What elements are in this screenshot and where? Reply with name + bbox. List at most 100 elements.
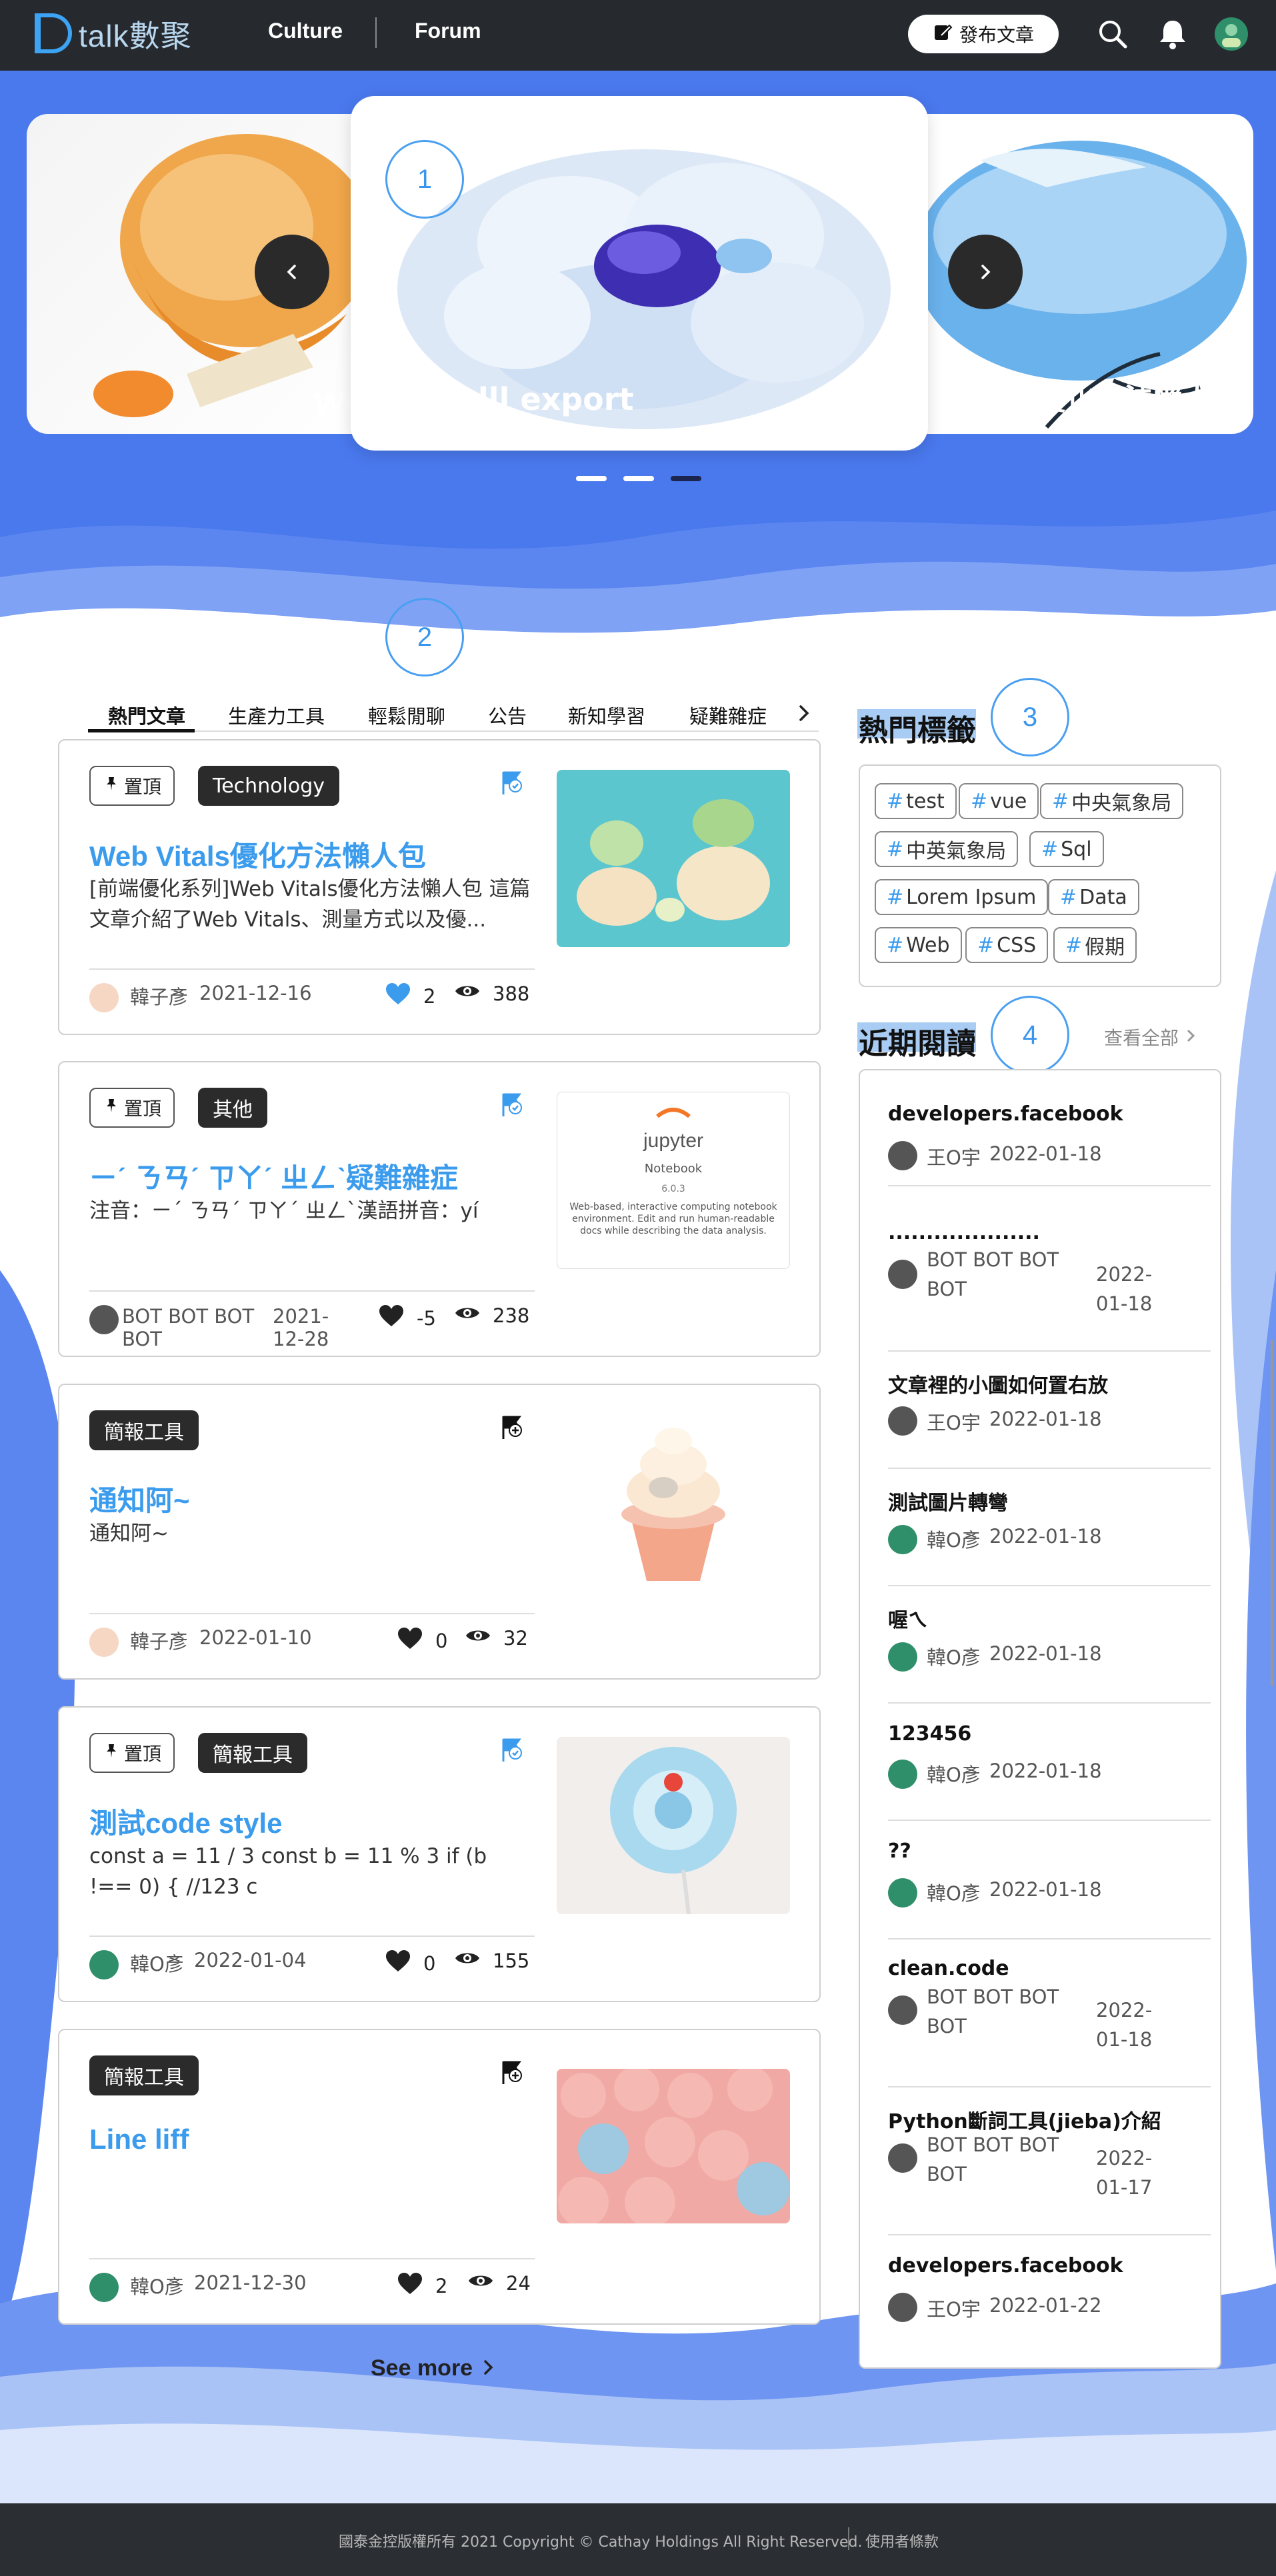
hot-tag[interactable]: # Data — [1048, 879, 1139, 915]
article-title[interactable]: Line liff — [89, 2123, 189, 2155]
likes-stat[interactable]: -5 — [378, 1304, 436, 1332]
hot-tag[interactable]: # Sql — [1029, 831, 1104, 867]
view-all-link[interactable]: 查看全部 — [1104, 1024, 1196, 1050]
recent-item-title[interactable]: developers.facebook — [888, 1102, 1123, 1126]
author-name[interactable]: 韓O彥 — [130, 2271, 184, 2299]
category-tag[interactable]: 簡報工具 — [89, 2055, 199, 2095]
recent-item-date: 2022-01-18 — [1096, 1999, 1153, 2051]
carousel-card-left[interactable]: Web Vitals優化方法懶人包 — [27, 114, 400, 434]
article-title[interactable]: 通知阿~ — [89, 1478, 190, 1519]
heart-icon — [385, 1949, 411, 1977]
divider — [89, 1290, 535, 1292]
likes-stat[interactable]: 2 — [397, 2271, 447, 2300]
user-avatar[interactable] — [1213, 16, 1249, 52]
likes-stat[interactable]: 0 — [385, 1949, 435, 1977]
likes-stat[interactable]: 0 — [397, 1626, 447, 1655]
article-thumbnail[interactable] — [557, 1737, 790, 1914]
category-tag[interactable]: 簡報工具 — [89, 1410, 199, 1450]
recent-item-date: 2022-01-18 — [989, 1142, 1102, 1165]
logo-text[interactable]: talk數聚 — [79, 12, 192, 56]
author-name[interactable]: BOT BOT BOT BOT — [122, 1305, 262, 1350]
recent-item-title[interactable]: 喔ㄟ — [888, 1604, 928, 1633]
article-thumbnail[interactable] — [557, 1414, 790, 1592]
tab-productivity[interactable]: 生產力工具 — [228, 701, 325, 729]
hot-tag[interactable]: # test — [875, 783, 957, 819]
author-avatar[interactable] — [89, 1305, 119, 1334]
bookmark-added-icon[interactable] — [499, 1737, 525, 1764]
recent-item-title[interactable]: 文章裡的小圖如何置右放 — [888, 1369, 1108, 1398]
carousel-card-active[interactable]: Vaski dll export 1 — [351, 96, 928, 451]
hot-tags-heading: 熱門標籤 — [859, 714, 976, 748]
tab-hot-articles[interactable]: 熱門文章 — [108, 701, 185, 729]
nav-culture[interactable]: Culture — [268, 19, 343, 43]
carousel-dot-2[interactable] — [623, 476, 654, 481]
author-avatar[interactable] — [89, 1950, 119, 1979]
recent-item-title[interactable]: clean.code — [888, 1957, 1009, 1980]
divider — [888, 2234, 1211, 2235]
bookmark-added-icon[interactable] — [499, 770, 525, 796]
tab-announcements[interactable]: 公告 — [488, 701, 527, 729]
tab-casual-chat[interactable]: 輕鬆閒聊 — [368, 701, 445, 729]
carousel-dot-3[interactable] — [671, 476, 701, 481]
bookmark-added-icon[interactable] — [499, 1092, 525, 1118]
views-stat: 24 — [467, 2271, 531, 2295]
article-card[interactable]: 簡報工具 通知阿~ 通知阿~ 韓子彥 2022-01-10 0 32 — [58, 1384, 821, 1680]
article-title[interactable]: ㄧˊ ㄋㄢˊ ㄗㄚˊ ㄓㄥˋ疑難雜症 — [89, 1156, 458, 1196]
bookmark-add-icon[interactable] — [499, 2059, 525, 2086]
nav-forum[interactable]: Forum — [415, 19, 481, 43]
carousel-prev-button[interactable] — [255, 235, 329, 309]
hot-tag[interactable]: # Web — [875, 927, 962, 963]
category-tag[interactable]: 簡報工具 — [198, 1733, 307, 1773]
recent-item-author: 王O宇 — [927, 2298, 981, 2321]
article-thumbnail[interactable]: jupyter Notebook 6.0.3 Web-based, intera… — [557, 1092, 790, 1269]
publish-label: 發布文章 — [959, 24, 1034, 46]
article-card[interactable]: 置頂 其他 ㄧˊ ㄋㄢˊ ㄗㄚˊ ㄓㄥˋ疑難雜症 注音：ㄧˊ ㄋㄢˊ ㄗㄚˊ ㄓ… — [58, 1061, 821, 1357]
hot-tag[interactable]: # CSS — [965, 927, 1049, 963]
carousel-dot-1[interactable] — [576, 476, 607, 481]
recent-item-title[interactable]: .................... — [888, 1221, 1040, 1244]
tabs-scroll-right-icon[interactable] — [795, 701, 813, 728]
author-avatar[interactable] — [89, 983, 119, 1012]
recent-item-title[interactable]: 測試圖片轉彎 — [888, 1486, 1008, 1516]
author-avatar[interactable] — [89, 2273, 119, 2302]
hot-tag[interactable]: # vue — [959, 783, 1039, 819]
article-title[interactable]: Web Vitals優化方法懶人包 — [89, 834, 426, 874]
bookmark-add-icon[interactable] — [499, 1414, 525, 1441]
divider — [89, 1613, 535, 1614]
article-card[interactable]: 簡報工具 Line liff 韓O彥 2021-12-30 2 24 — [58, 2029, 821, 2325]
hot-tag[interactable]: # 中央氣象局 — [1040, 783, 1184, 819]
tab-troubleshooting[interactable]: 疑難雜症 — [689, 701, 767, 729]
article-thumbnail[interactable] — [557, 770, 790, 947]
carousel-next-button[interactable] — [948, 235, 1023, 309]
recent-item-title[interactable]: ?? — [888, 1840, 911, 1863]
tab-learning[interactable]: 新知學習 — [568, 701, 645, 729]
publish-button[interactable]: 發布文章 — [908, 15, 1059, 53]
recent-item-date: 2022-01-18 — [989, 1642, 1102, 1665]
article-title[interactable]: 測試code style — [89, 1801, 282, 1842]
hot-tag[interactable]: # 中英氣象局 — [875, 831, 1019, 867]
category-tag[interactable]: Technology — [198, 766, 340, 806]
logo-d-mark[interactable] — [35, 13, 72, 53]
views-count: 238 — [493, 1304, 530, 1327]
article-card[interactable]: 置頂 簡報工具 測試code style const a = 11 / 3 co… — [58, 1706, 821, 2002]
recent-item-title[interactable]: developers.facebook — [888, 2254, 1123, 2277]
author-name[interactable]: 韓子彥 — [130, 1626, 188, 1654]
bell-icon[interactable] — [1155, 16, 1191, 52]
page-scrollbar[interactable] — [1271, 1340, 1273, 1686]
category-tag[interactable]: 其他 — [198, 1088, 267, 1128]
see-more-button[interactable]: See more — [371, 2355, 495, 2381]
likes-stat[interactable]: 2 — [385, 982, 435, 1010]
search-icon[interactable] — [1095, 16, 1131, 52]
views-count: 388 — [493, 982, 530, 1005]
recent-item-author: 韓O彥 — [927, 1764, 981, 1786]
hot-tag[interactable]: # Lorem Ipsum — [875, 879, 1049, 915]
recent-item-title[interactable]: 123456 — [888, 1722, 971, 1746]
terms-link[interactable]: 使用者條款 — [865, 2530, 939, 2551]
carousel-card-right[interactable]: Web Vitals優化方法懶人包 — [880, 114, 1253, 434]
author-name[interactable]: 韓子彥 — [130, 982, 188, 1010]
article-thumbnail[interactable] — [557, 2069, 790, 2223]
author-avatar[interactable] — [89, 1628, 119, 1657]
article-card[interactable]: 置頂 Technology Web Vitals優化方法懶人包 [前端優化系列]… — [58, 739, 821, 1035]
author-name[interactable]: 韓O彥 — [130, 1949, 184, 1977]
hot-tag[interactable]: # 假期 — [1053, 927, 1137, 963]
